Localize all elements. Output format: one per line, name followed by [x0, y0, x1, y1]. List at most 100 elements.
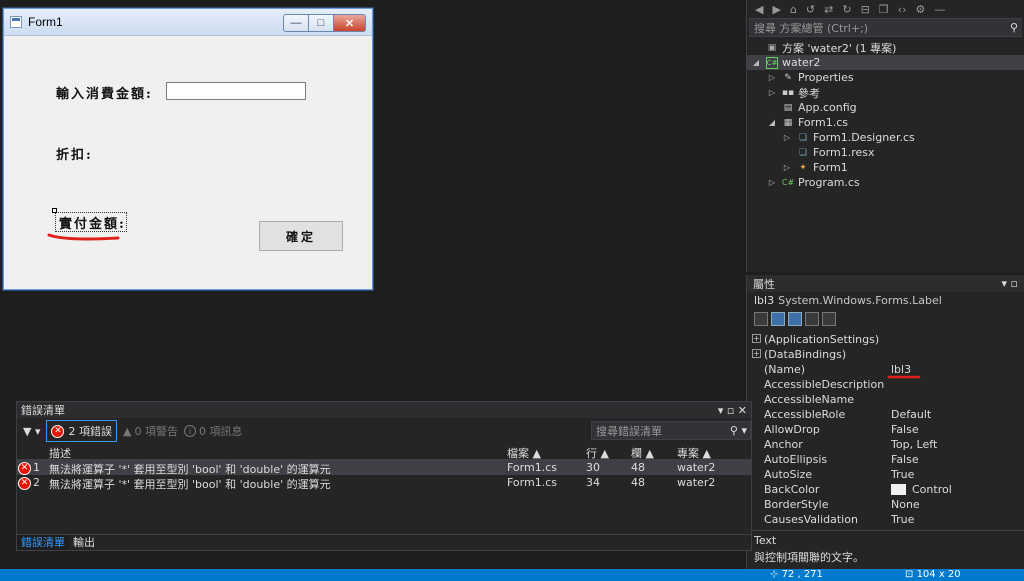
object-name: lbl3	[754, 294, 775, 307]
error-icon: ✕	[51, 424, 65, 438]
property-row[interactable]: Anchor Top, Left	[747, 437, 1024, 452]
confirm-button[interactable]: 確定	[259, 221, 343, 251]
property-row[interactable]: (Name) lbl3	[747, 362, 1024, 379]
resx-file-icon: ❏	[798, 147, 808, 158]
status-bar: ⊹ 72 , 271 ⊡ 104 x 20	[0, 569, 1024, 581]
error-list-header: 錯誤清單 ▾ ▫ ✕	[17, 402, 751, 418]
history-icon[interactable]: ↺	[806, 3, 815, 16]
form-icon: ▦	[783, 117, 793, 128]
column-project[interactable]: 專案 ▲	[677, 445, 711, 461]
events-icon[interactable]	[805, 312, 819, 326]
warnings-filter-button[interactable]: ▲ 0 項警告	[123, 423, 178, 439]
column-line[interactable]: 行 ▲	[586, 445, 609, 461]
errors-filter-button[interactable]: ✕ 2 項錯誤	[46, 420, 117, 442]
tree-item-form1-class[interactable]: ▷ ✦ Form1	[747, 160, 848, 175]
properties-header: 屬性 ▾ ▫	[747, 275, 1024, 292]
property-row[interactable]: AccessibleDescription	[747, 377, 1024, 392]
forward-icon[interactable]: ▶	[772, 3, 780, 16]
solution-toolbar: ◀ ▶ ⌂ ↺ ⇄ ↻ ⊟ ❐ ‹› ⚙ —	[747, 0, 1024, 18]
csharp-file-icon: C#	[781, 178, 795, 187]
expand-icon[interactable]: +	[752, 349, 761, 358]
form-body: 輸入消費金額: 折扣: 實付金額: 確定	[4, 36, 372, 289]
column-file[interactable]: 檔案 ▲	[507, 445, 541, 461]
sync-icon[interactable]: ⇄	[824, 3, 833, 16]
csharp-project-icon: C#	[766, 56, 778, 69]
error-search-input[interactable]: 搜尋錯誤清單 ⚲ ▾	[591, 421, 751, 440]
tree-item-project[interactable]: ◢ C# water2	[747, 55, 1024, 70]
pin-icon[interactable]: —	[934, 3, 945, 16]
discount-label[interactable]: 折扣:	[56, 144, 93, 163]
property-row[interactable]: AllowDrop False	[747, 422, 1024, 437]
amount-label[interactable]: 輸入消費金額:	[56, 83, 153, 102]
resize-handle[interactable]	[52, 208, 57, 213]
csharp-file-icon: ❏	[798, 132, 808, 143]
tab-output[interactable]: 輸出	[69, 535, 99, 550]
form-title-bar: Form1 — □ ✕	[4, 9, 372, 36]
amount-textbox[interactable]	[166, 82, 306, 100]
solution-explorer: ◀ ▶ ⌂ ↺ ⇄ ↻ ⊟ ❐ ‹› ⚙ — 搜尋 方案總管 (Ctrl+;) …	[746, 0, 1024, 272]
tree-item-app-config[interactable]: ▤ App.config	[747, 100, 857, 115]
solution-search-input[interactable]: 搜尋 方案總管 (Ctrl+;) ⚲	[749, 18, 1022, 37]
error-row[interactable]: ✕ 1 無法將運算子 '*' 套用至型別 'bool' 和 'double' 的…	[17, 460, 751, 476]
property-row[interactable]: BorderStyle None	[747, 497, 1024, 512]
form-title: Form1	[28, 15, 63, 29]
tree-item-form1-designer[interactable]: ▷ ❏ Form1.Designer.cs	[747, 130, 915, 145]
property-row[interactable]: AutoSize True	[747, 467, 1024, 482]
tree-item-form1-cs[interactable]: ◢ ▦ Form1.cs	[747, 115, 848, 130]
categorized-icon[interactable]	[754, 312, 768, 326]
tab-error-list[interactable]: 錯誤清單	[17, 535, 69, 550]
expand-icon[interactable]: +	[752, 334, 761, 343]
tree-item-references[interactable]: ▷ ▪▪ 參考	[747, 85, 820, 100]
refresh-icon[interactable]: ↻	[842, 3, 851, 16]
property-row[interactable]: + (ApplicationSettings)	[747, 332, 1024, 347]
tree-item-program-cs[interactable]: ▷ C# Program.cs	[747, 175, 860, 190]
bottom-tabs: 錯誤清單 輸出	[17, 534, 751, 550]
properties-icon[interactable]	[788, 312, 802, 326]
back-icon[interactable]: ◀	[755, 3, 763, 16]
column-col[interactable]: 欄 ▲	[631, 445, 654, 461]
object-type: System.Windows.Forms.Label	[778, 294, 942, 307]
code-icon[interactable]: ‹›	[898, 3, 907, 16]
property-row[interactable]: + (DataBindings)	[747, 347, 1024, 362]
panel-menu-icon[interactable]: ▾ ▫ ✕	[718, 404, 747, 417]
search-icon: ⚲	[1009, 21, 1018, 34]
collapse-icon[interactable]: ⊟	[861, 3, 870, 16]
form-designer-window: Form1 — □ ✕ 輸入消費金額: 折扣: 實付金額: 確定	[3, 8, 373, 290]
property-row[interactable]: BackColor Control	[747, 482, 1024, 497]
property-row[interactable]: CausesValidation True	[747, 512, 1024, 527]
cursor-position: ⊹ 72 , 271	[770, 569, 823, 580]
object-selector[interactable]: lbl3 System.Windows.Forms.Label	[747, 292, 1024, 309]
filter-icon[interactable]: ▼ ▾	[23, 425, 40, 438]
tree-item-form1-resx[interactable]: ❏ Form1.resx	[747, 145, 875, 160]
info-icon: i	[183, 425, 196, 437]
panel-menu-icon[interactable]: ▾ ▫	[1002, 277, 1018, 290]
references-icon: ▪▪	[781, 87, 795, 98]
property-row[interactable]: AccessibleName	[747, 392, 1024, 407]
color-swatch	[891, 484, 906, 495]
home-icon[interactable]: ⌂	[790, 3, 797, 16]
property-description: Text 與控制項關聯的文字。	[747, 530, 1024, 564]
messages-filter-button[interactable]: i0 項訊息	[183, 423, 242, 439]
error-list-toolbar: ▼ ▾ ✕ 2 項錯誤 ▲ 0 項警告 i0 項訊息 搜尋錯誤清單 ⚲ ▾	[17, 418, 751, 444]
property-row[interactable]: AutoEllipsis False	[747, 452, 1024, 467]
properties-toolbar	[747, 309, 1024, 329]
search-icon: ⚲ ▾	[729, 424, 747, 437]
wrench-icon: ✎	[784, 72, 792, 83]
tree-item-solution[interactable]: ▣ 方案 'water2' (1 專案)	[747, 40, 897, 55]
description-title: Text	[754, 534, 777, 547]
properties-panel: 屬性 ▾ ▫ lbl3 System.Windows.Forms.Label +…	[746, 275, 1024, 571]
wrench-icon[interactable]: ⚙	[915, 3, 925, 16]
property-pages-icon[interactable]	[822, 312, 836, 326]
column-desc[interactable]: 描述	[49, 445, 71, 461]
class-icon: ✦	[799, 162, 807, 173]
show-all-icon[interactable]: ❐	[879, 3, 889, 16]
tree-item-properties[interactable]: ▷ ✎ Properties	[747, 70, 854, 85]
alphabetical-icon[interactable]	[771, 312, 785, 326]
red-annotation-underline	[47, 233, 120, 241]
maximize-button[interactable]: □	[309, 14, 334, 32]
close-button[interactable]: ✕	[334, 14, 366, 32]
error-row[interactable]: ✕ 2 無法將運算子 '*' 套用至型別 'bool' 和 'double' 的…	[17, 475, 751, 491]
minimize-button[interactable]: —	[283, 14, 309, 32]
property-row[interactable]: AccessibleRole Default	[747, 407, 1024, 422]
properties-title: 屬性	[753, 277, 775, 291]
